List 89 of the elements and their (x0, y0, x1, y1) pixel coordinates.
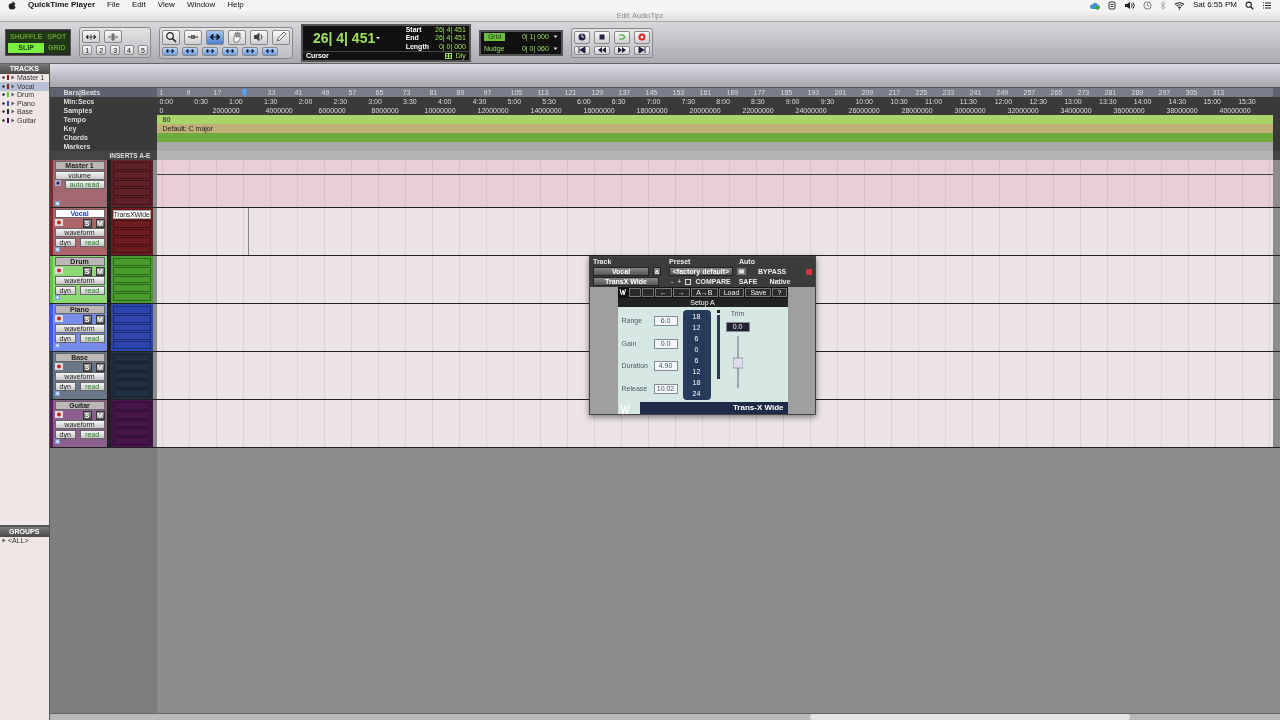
arrows-icon (224, 48, 235, 54)
transport-button[interactable] (613, 45, 630, 55)
copy-icon[interactable] (685, 278, 692, 285)
list-icon[interactable] (1262, 1, 1272, 10)
main-counter: 26| 4| 451 (312, 30, 376, 46)
menu-item[interactable]: Window (186, 1, 216, 10)
zoom-arrows-icon (107, 31, 120, 42)
transport-button[interactable] (593, 30, 610, 44)
cloud-icon[interactable] (1088, 1, 1100, 10)
play-icon (616, 32, 627, 42)
edit-option-button[interactable] (181, 46, 198, 56)
settings-icon[interactable] (54, 391, 60, 396)
arrows-icon (204, 48, 215, 54)
end-icon (636, 46, 647, 54)
transport-button[interactable] (593, 45, 610, 55)
clock-text[interactable]: Sat 6:55 PM (1192, 1, 1237, 10)
apple-icon (8, 1, 16, 10)
close-icon[interactable] (806, 268, 812, 275)
settings-icon[interactable] (54, 295, 60, 300)
bullet-icon (2, 76, 5, 80)
app-menu[interactable]: QuickTime Player (28, 1, 95, 10)
record-enable-icon[interactable] (54, 362, 63, 370)
transport-button[interactable] (573, 45, 590, 55)
settings-icon[interactable] (54, 439, 60, 444)
wifi-icon[interactable] (1173, 1, 1185, 10)
edit-option-button[interactable] (241, 46, 258, 56)
arrows-icon (184, 48, 195, 54)
settings-icon[interactable] (54, 343, 60, 348)
bullet-icon (2, 93, 5, 97)
bullet-icon (2, 84, 5, 88)
zoom-button[interactable] (104, 30, 123, 43)
waves-logo-icon (618, 288, 628, 296)
insert-slot[interactable] (112, 293, 151, 301)
record-enable-icon[interactable] (54, 410, 63, 418)
hand-icon (230, 31, 243, 43)
selector-icon (208, 31, 221, 43)
record-icon (636, 32, 647, 42)
menu-item[interactable]: Edit (131, 1, 146, 10)
record-enable-icon[interactable] (54, 266, 63, 274)
tool-button[interactable] (249, 29, 268, 45)
horizontal-scrollbar[interactable] (49, 713, 1280, 720)
caret-icon[interactable] (375, 35, 382, 42)
search-icon[interactable] (1245, 1, 1254, 10)
note-icon[interactable] (1107, 1, 1116, 10)
bullet-icon (2, 101, 5, 105)
triangle-icon[interactable] (2, 538, 6, 544)
edit-option-button[interactable] (221, 46, 238, 56)
bullet-icon (2, 118, 5, 122)
edit-option-button[interactable] (261, 46, 278, 56)
return-icon (576, 46, 587, 54)
arrows-icon (164, 48, 175, 54)
zoom-icon (164, 31, 177, 43)
automation-icon[interactable] (54, 180, 61, 186)
arrows-icon (244, 48, 255, 54)
record-enable-icon[interactable] (54, 218, 63, 226)
tool-button[interactable] (205, 29, 224, 45)
insert-slot[interactable] (112, 258, 151, 266)
rewind-icon (596, 46, 607, 54)
transport-button[interactable] (633, 45, 650, 55)
edit-option-button[interactable] (201, 46, 218, 56)
scrub-icon (252, 31, 265, 43)
menu-item[interactable]: File (107, 1, 120, 10)
tool-button[interactable] (161, 29, 180, 45)
edit-cursor (247, 208, 249, 255)
menu-item[interactable]: View (157, 1, 175, 10)
edit-option-button[interactable] (161, 46, 178, 56)
zoom-arrows-icon (85, 31, 98, 42)
scrollbar-thumb[interactable] (809, 714, 1130, 720)
pencil-icon (274, 31, 287, 43)
clock-icon[interactable] (1142, 1, 1152, 10)
level-meter-icon (715, 310, 721, 380)
zoom-button[interactable] (82, 30, 101, 43)
volume-icon[interactable] (1123, 1, 1135, 10)
arrows-icon (264, 48, 275, 54)
playhead-marker-icon (240, 88, 248, 97)
forward-icon (616, 46, 627, 54)
insert-slot[interactable] (112, 275, 151, 284)
transport-button[interactable] (573, 30, 590, 44)
bullet-icon (2, 110, 5, 114)
insert-slot[interactable] (112, 266, 151, 275)
settings-icon[interactable] (54, 247, 60, 252)
insert-slot[interactable] (112, 284, 151, 293)
record-enable-icon[interactable] (54, 314, 63, 322)
librarian-icon[interactable] (737, 268, 746, 275)
online-icon (576, 32, 587, 42)
menu-item[interactable]: Help (227, 1, 244, 10)
grid-icon (444, 52, 452, 59)
plugin-title: Trans-X Wide (639, 402, 788, 414)
settings-icon[interactable] (54, 201, 60, 206)
